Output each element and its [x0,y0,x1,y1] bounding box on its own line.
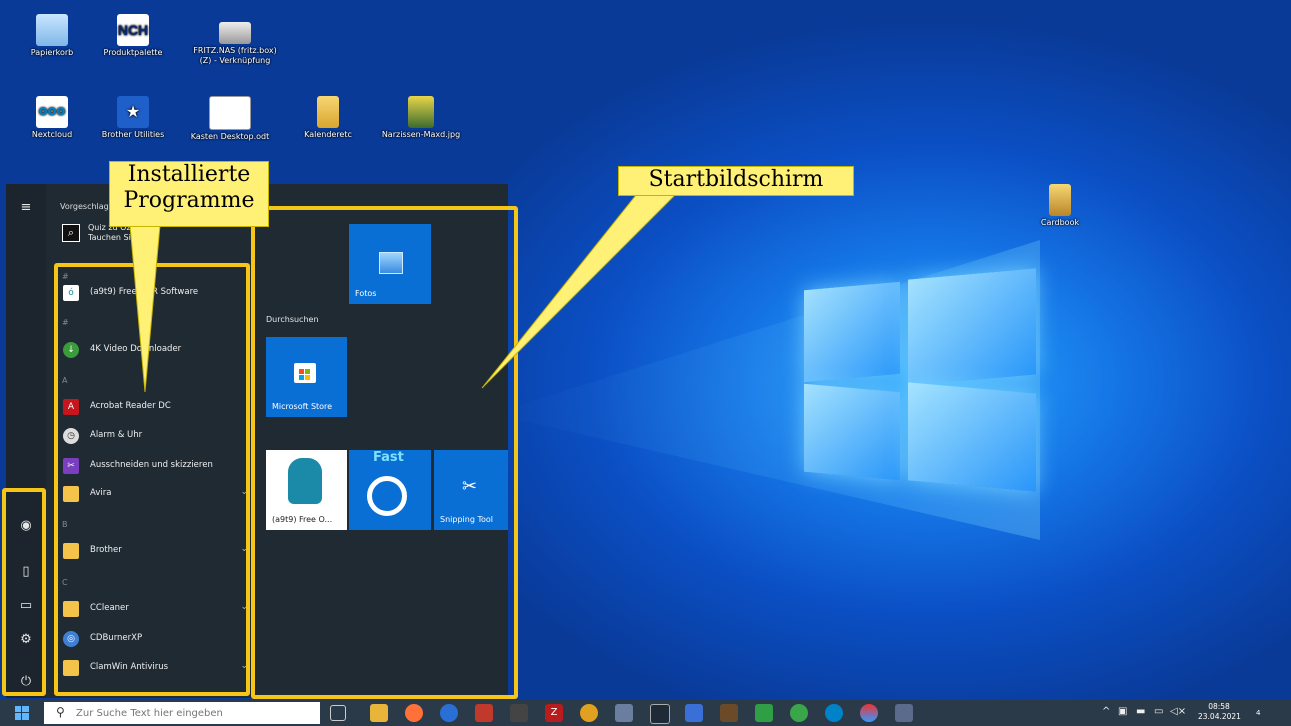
desktop-icon-produktpalette[interactable]: NCH Produktpalette [93,14,173,58]
desktop-icon-narzissen[interactable]: Narzissen-Maxd.jpg [366,96,476,140]
start-button[interactable] [0,700,44,726]
firefox-icon[interactable] [405,704,423,722]
sound-icon[interactable] [615,704,633,722]
thunderbird-icon[interactable] [440,704,458,722]
taskbar-clock[interactable]: 08:58 23.04.2021 [1198,702,1241,722]
nextcloud-taskbar-icon[interactable] [825,704,843,722]
annotation-box-installed-programs [54,263,250,696]
notification-count: 4 [1256,709,1261,717]
search-icon: ⚲ [56,705,65,719]
document-icon [209,96,251,130]
windows-start-icon [15,706,29,720]
folder-icon [317,96,339,128]
app-green-icon[interactable] [790,704,808,722]
folder-icon [1049,184,1071,216]
callout-start-screen: Startbildschirm [618,166,854,196]
volume-muted-icon[interactable]: ◁× [1170,706,1186,717]
file-explorer-icon[interactable] [370,704,388,722]
desktop-icon-cardbook[interactable]: Cardbook [1020,184,1100,228]
network-icon[interactable]: ▭ [1154,706,1163,717]
desktop-icon-brother-utilities[interactable]: ★ Brother Utilities [93,96,173,140]
desktop-icon-kalenderetc[interactable]: Kalenderetc [288,96,368,140]
nextcloud-icon: ooo [36,96,68,128]
task-view-icon[interactable] [330,705,346,721]
terminal-icon[interactable] [650,704,670,724]
brother-utilities-icon: ★ [117,96,149,128]
desktop-icon-nextcloud[interactable]: ooo Nextcloud [12,96,92,140]
taskbar-search-box[interactable]: ⚲ [44,702,320,724]
disc-burner-icon[interactable] [580,704,598,722]
filezilla-icon[interactable]: Z [545,704,563,722]
callout-installed-programs: Installierte Programme [109,161,269,227]
annotation-box-rail [2,488,46,696]
desktop-icon-kasten-desktop[interactable]: Kasten Desktop.odt [190,96,270,142]
annotation-box-start-screen [251,206,518,699]
libreoffice-icon[interactable] [510,704,528,722]
desktop-icon-fritz-nas[interactable]: FRITZ.NAS (fritz.box) (Z) - Verknüpfung [190,22,280,66]
display-icon[interactable]: ▣ [1118,706,1127,717]
image-thumbnail-icon [408,96,434,128]
battery-icon[interactable]: ▬ [1136,706,1145,717]
show-hidden-icons-icon[interactable]: ^ [1102,706,1110,717]
hamburger-menu-icon[interactable]: ≡ [6,192,46,222]
notification-center-icon[interactable]: 4 [1256,704,1260,718]
search-input[interactable] [76,705,306,721]
search-icon: ⌕ [62,224,80,242]
recycle-bin-icon [36,14,68,46]
desktop-icon-recycle-bin[interactable]: Papierkorb [12,14,92,58]
ccleaner-icon[interactable] [475,704,493,722]
network-drive-icon [219,22,251,44]
windows-logo-wallpaper [804,264,1040,492]
network-tool-icon[interactable] [685,704,703,722]
nch-icon: NCH [117,14,149,46]
spreadsheet-icon[interactable] [755,704,773,722]
game-icon[interactable] [720,704,738,722]
color-app-icon[interactable] [860,704,878,722]
snipping-taskbar-icon[interactable] [895,704,913,722]
